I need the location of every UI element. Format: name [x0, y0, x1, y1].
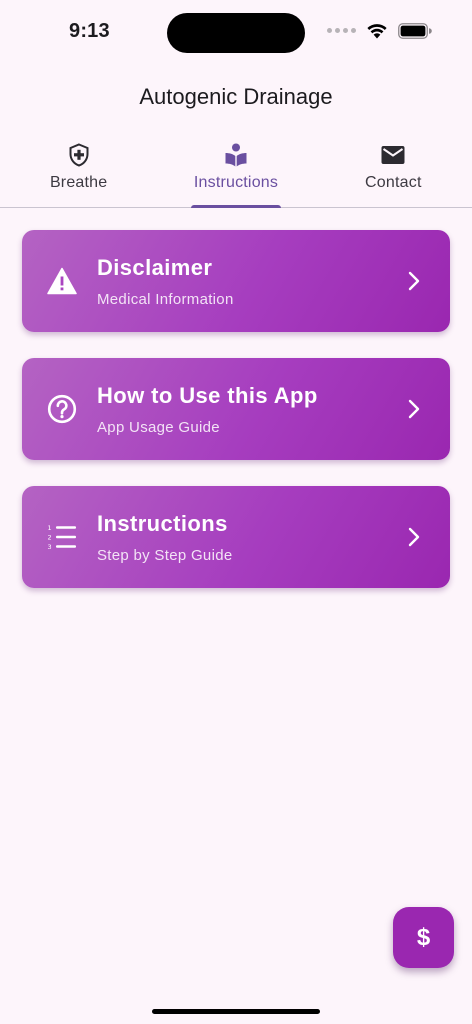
- active-tab-indicator: [190, 205, 281, 208]
- numbered-list-icon: 1 2 3: [46, 521, 78, 553]
- svg-text:3: 3: [48, 543, 52, 550]
- screen: 9:13 Autogenic Drainage Breathe Instruct…: [0, 0, 472, 1024]
- home-indicator[interactable]: [152, 1009, 320, 1014]
- tab-label: Breathe: [49, 174, 108, 191]
- help-circle-icon: [46, 393, 78, 425]
- card-subtitle: Step by Step Guide: [97, 547, 233, 564]
- tab-bar: Breathe Instructions Contact: [0, 132, 472, 208]
- card-subtitle: Medical Information: [97, 291, 234, 308]
- cellular-signal-icon: [327, 28, 356, 33]
- tab-label: Contact: [365, 174, 422, 191]
- mail-icon: [381, 142, 405, 168]
- card-list: Disclaimer Medical Information How to Us…: [22, 230, 450, 614]
- disclaimer-card[interactable]: Disclaimer Medical Information: [22, 230, 450, 332]
- instructions-card[interactable]: 1 2 3 Instructions Step by Step Guide: [22, 486, 450, 588]
- wifi-icon: [366, 22, 388, 39]
- chevron-right-icon: [406, 525, 422, 549]
- dynamic-island: [167, 13, 305, 53]
- chevron-right-icon: [406, 269, 422, 293]
- tab-instructions[interactable]: Instructions: [157, 132, 314, 208]
- page-title: Autogenic Drainage: [139, 84, 333, 109]
- tab-contact[interactable]: Contact: [315, 132, 472, 207]
- card-title: Instructions: [97, 511, 228, 536]
- status-icons: [327, 22, 432, 39]
- shield-plus-icon: [69, 142, 89, 168]
- status-time: 9:13: [69, 20, 110, 42]
- dollar-icon: $: [416, 923, 431, 951]
- card-title: How to Use this App: [97, 383, 318, 408]
- warning-icon: [46, 265, 78, 297]
- how-to-use-card[interactable]: How to Use this App App Usage Guide: [22, 358, 450, 460]
- card-title: Disclaimer: [97, 255, 213, 280]
- battery-icon: [398, 22, 432, 39]
- tab-breathe[interactable]: Breathe: [0, 132, 157, 207]
- card-subtitle: App Usage Guide: [97, 419, 220, 436]
- tab-label: Instructions: [193, 174, 279, 191]
- svg-text:2: 2: [48, 534, 52, 542]
- chevron-right-icon: [406, 397, 422, 421]
- donate-fab-button[interactable]: $: [393, 907, 454, 968]
- status-bar: 9:13: [0, 0, 472, 64]
- book-reader-icon: [225, 142, 247, 168]
- svg-text:1: 1: [48, 524, 52, 532]
